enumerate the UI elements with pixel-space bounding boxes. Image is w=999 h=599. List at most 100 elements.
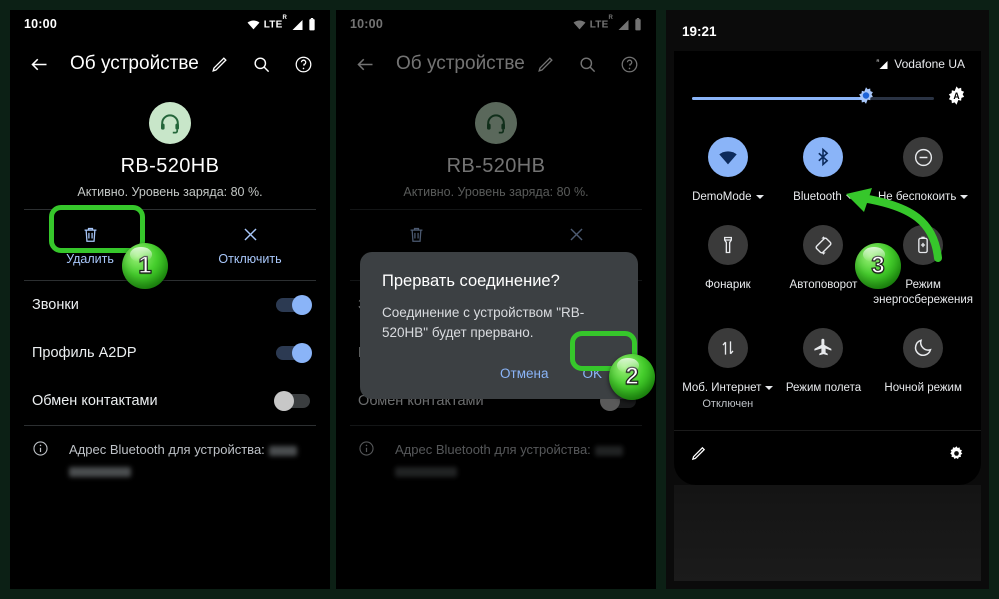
auto-brightness-button[interactable]: A <box>946 85 967 111</box>
auto-brightness-icon: A <box>948 86 965 105</box>
qs-label: Не беспокоить <box>878 190 969 205</box>
edit-button[interactable] <box>199 43 241 85</box>
status-bar-2: 10:00 LTER <box>336 10 656 38</box>
qs-label: DemoMode <box>692 190 764 205</box>
qs-label: Автоповорот <box>789 279 858 291</box>
setting-label: Обмен контактами <box>32 393 158 409</box>
help-icon <box>621 56 638 72</box>
contacts-toggle[interactable] <box>274 391 310 411</box>
app-bar-2: Об устройстве <box>336 38 656 90</box>
back-button[interactable] <box>18 43 60 85</box>
setting-row-a2dp[interactable]: Профиль A2DP <box>10 329 330 377</box>
chevron-down-icon[interactable] <box>755 195 764 200</box>
bluetooth-address-row-2: Адрес Bluetooth для устройства: <box>336 426 656 479</box>
toggle-knob <box>292 295 312 315</box>
info-icon <box>33 441 48 456</box>
phone-screen-1: 10:00 LTER Об устройстве RB-520HB Активн… <box>10 10 330 589</box>
quick-settings-footer <box>674 429 981 479</box>
help-icon <box>295 56 312 72</box>
wifi-icon <box>573 19 586 29</box>
signal-bars-icon: R <box>877 58 888 69</box>
pencil-icon <box>691 446 706 460</box>
signal-bars-icon <box>618 19 629 30</box>
chevron-down-icon[interactable] <box>765 386 774 391</box>
carrier-name: Vodafone UA <box>894 57 965 71</box>
dialog-cancel-button[interactable]: Отмена <box>486 358 562 389</box>
bluetooth-address-text: Адрес Bluetooth для устройства: <box>69 440 297 479</box>
chevron-down-icon[interactable] <box>845 195 854 200</box>
qs-tile-mobile-data[interactable]: Моб. Интернет Отключен <box>680 322 776 420</box>
brightness-icon <box>859 87 874 104</box>
dnd-icon <box>903 137 944 177</box>
brightness-thumb[interactable] <box>857 86 876 110</box>
bluetooth-address-row-1: Адрес Bluetooth для устройства: <box>10 426 330 479</box>
device-status: Активно. Уровень заряда: 80 %. <box>77 185 263 199</box>
disconnect-button[interactable]: Отключить <box>170 210 330 280</box>
app-bar-1: Об устройстве <box>10 38 330 90</box>
wifi-icon <box>707 137 748 177</box>
dialog-title: Прервать соединение? <box>382 272 560 290</box>
calls-toggle[interactable] <box>276 295 312 315</box>
pencil-icon <box>212 56 228 72</box>
pencil-icon <box>538 56 554 72</box>
screenshot-stage: 10:00 LTER Об устройстве RB-520HB Активн… <box>0 0 999 599</box>
help-button[interactable] <box>283 43 325 85</box>
page-title: Об устройстве <box>396 53 525 74</box>
status-clock: 10:00 <box>24 17 57 31</box>
quick-settings-sheet: R Vodafone UA A DemoMode Bluetooth Не бе… <box>674 51 981 485</box>
qs-tile-flashlight[interactable]: Фонарик <box>680 219 776 318</box>
disconnect-label: Отключить <box>218 252 282 266</box>
device-avatar <box>475 102 517 144</box>
dialog-message: Соединение с устройством "RB-520HB" буде… <box>382 305 585 340</box>
qs-tile-night-mode[interactable]: Ночной режим <box>871 322 975 420</box>
step-badge-1: 1 <box>122 243 168 289</box>
setting-row-calls[interactable]: Звонки <box>10 281 330 329</box>
search-icon <box>254 56 270 72</box>
phone-screen-3-quick-settings: 19:21 R Vodafone UA A DemoMode Bluetooth… <box>666 10 989 589</box>
airplane-icon <box>803 327 844 368</box>
battery-icon <box>309 17 315 30</box>
toggle-knob <box>292 343 312 363</box>
brightness-slider[interactable] <box>692 87 934 104</box>
qs-tile-bluetooth[interactable]: Bluetooth <box>776 131 872 215</box>
redacted-address-part <box>268 445 297 456</box>
headset-icon <box>487 114 505 134</box>
qs-label: Ночной режим <box>884 381 962 394</box>
disconnect-dialog: Прервать соединение? Соединение с устрой… <box>360 252 638 400</box>
search-button[interactable] <box>241 43 283 85</box>
qs-label: Моб. Интернет <box>682 381 774 396</box>
back-arrow-icon <box>30 58 46 70</box>
back-button[interactable] <box>344 43 386 85</box>
qs-tile-demomode[interactable]: DemoMode <box>680 131 776 215</box>
search-button[interactable] <box>567 43 609 85</box>
carrier-row: R Vodafone UA <box>674 51 981 81</box>
device-avatar <box>149 102 191 144</box>
edit-button[interactable] <box>525 43 567 85</box>
quick-settings-clock: 19:21 <box>682 24 717 39</box>
wifi-icon <box>247 19 260 29</box>
toggle-knob <box>274 391 294 411</box>
qs-tile-dnd[interactable]: Не беспокоить <box>871 131 975 215</box>
setting-row-contacts[interactable]: Обмен контактами <box>10 377 330 425</box>
svg-text:A: A <box>953 91 960 101</box>
autorotate-icon <box>803 225 844 265</box>
notification-shade-area <box>674 484 981 581</box>
qs-label: Bluetooth <box>793 190 854 205</box>
chevron-down-icon[interactable] <box>960 195 969 200</box>
back-arrow-icon <box>356 58 372 70</box>
a2dp-toggle[interactable] <box>276 343 312 363</box>
search-icon <box>580 56 596 72</box>
trash-icon <box>336 224 496 246</box>
qs-tile-airplane[interactable]: Режим полета <box>776 322 872 420</box>
help-button[interactable] <box>609 43 651 85</box>
action-row-1: Удалить Отключить <box>10 210 330 280</box>
device-name: RB-520HB <box>446 155 546 177</box>
settings-button[interactable] <box>948 445 965 467</box>
edit-tiles-button[interactable] <box>690 445 707 467</box>
device-name: RB-520HB <box>120 155 220 177</box>
qs-sublabel: Отключен <box>702 397 754 410</box>
step-badge-2: 2 <box>609 354 655 400</box>
page-title: Об устройстве <box>70 53 199 74</box>
brightness-row: A <box>674 81 981 117</box>
dialog-actions: Отмена OK <box>382 358 616 389</box>
